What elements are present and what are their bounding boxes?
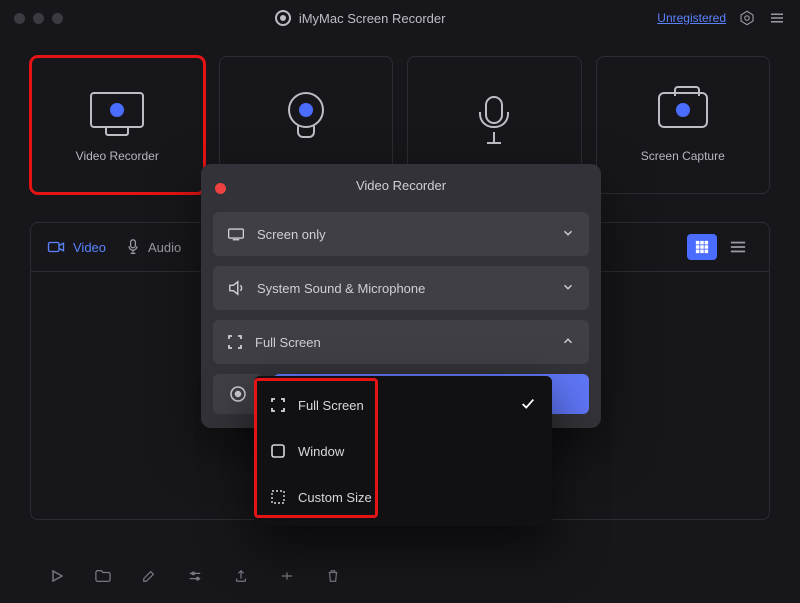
tab-video[interactable]: Video — [47, 240, 106, 255]
camera-icon — [656, 87, 710, 133]
dropdown-custom-size[interactable]: Custom Size — [254, 474, 552, 520]
app-title: iMyMac Screen Recorder — [63, 10, 657, 26]
option-capture-area[interactable]: Full Screen — [213, 320, 589, 364]
capture-area-dropdown: Full Screen Window Custom Size — [254, 376, 552, 526]
bottom-toolbar — [48, 567, 342, 585]
dropdown-custom-label: Custom Size — [298, 490, 372, 505]
dropdown-window[interactable]: Window — [254, 428, 552, 474]
folder-icon[interactable] — [94, 567, 112, 585]
list-view-button[interactable] — [723, 234, 753, 260]
grid-view-button[interactable] — [687, 234, 717, 260]
export-icon[interactable] — [232, 567, 250, 585]
speaker-icon — [227, 280, 245, 296]
dropdown-window-label: Window — [298, 444, 344, 459]
mic-small-icon — [126, 239, 140, 255]
card-screen-capture[interactable]: Screen Capture — [596, 56, 771, 194]
close-modal-button[interactable] — [215, 183, 226, 194]
maximize-window[interactable] — [52, 13, 63, 24]
tab-audio-label: Audio — [148, 240, 181, 255]
edit-icon[interactable] — [140, 567, 158, 585]
card-video-label: Video Recorder — [76, 149, 159, 163]
rename-icon[interactable] — [278, 567, 296, 585]
card-video-recorder[interactable]: Video Recorder — [30, 56, 205, 194]
microphone-icon — [467, 87, 521, 133]
custom-size-icon — [270, 489, 286, 505]
monitor-icon — [90, 87, 144, 133]
video-icon — [47, 240, 65, 254]
title-bar: iMyMac Screen Recorder Unregistered — [0, 0, 800, 36]
minimize-window[interactable] — [33, 13, 44, 24]
window-controls — [14, 13, 63, 24]
app-logo-icon — [275, 10, 291, 26]
app-title-text: iMyMac Screen Recorder — [299, 11, 446, 26]
dropdown-full-screen[interactable]: Full Screen — [254, 382, 552, 428]
trash-icon[interactable] — [324, 567, 342, 585]
settings-icon[interactable] — [738, 9, 756, 27]
option-audio-source[interactable]: System Sound & Microphone — [213, 266, 589, 310]
view-toggle — [687, 234, 753, 260]
tab-audio[interactable]: Audio — [126, 239, 181, 255]
screen-icon — [227, 227, 245, 241]
modal-header: Video Recorder — [213, 174, 589, 202]
dropdown-full-screen-label: Full Screen — [298, 398, 364, 413]
list-icon — [730, 240, 746, 254]
grid-icon — [695, 240, 709, 254]
unregistered-link[interactable]: Unregistered — [657, 11, 726, 25]
tab-video-label: Video — [73, 240, 106, 255]
record-settings-icon — [229, 385, 247, 403]
menu-icon[interactable] — [768, 9, 786, 27]
option-area-label: Full Screen — [255, 335, 321, 350]
option-audio-label: System Sound & Microphone — [257, 281, 425, 296]
card-capture-label: Screen Capture — [641, 149, 725, 163]
option-screen-source[interactable]: Screen only — [213, 212, 589, 256]
webcam-icon — [279, 87, 333, 133]
window-icon — [270, 443, 286, 459]
check-icon — [520, 396, 536, 415]
modal-title: Video Recorder — [213, 178, 589, 193]
fullscreen-icon — [227, 334, 243, 350]
close-window[interactable] — [14, 13, 25, 24]
chevron-down-icon — [561, 280, 575, 297]
sliders-icon[interactable] — [186, 567, 204, 585]
chevron-down-icon — [561, 226, 575, 243]
fullscreen-icon — [270, 397, 286, 413]
play-icon[interactable] — [48, 567, 66, 585]
option-screen-label: Screen only — [257, 227, 326, 242]
chevron-up-icon — [561, 334, 575, 351]
